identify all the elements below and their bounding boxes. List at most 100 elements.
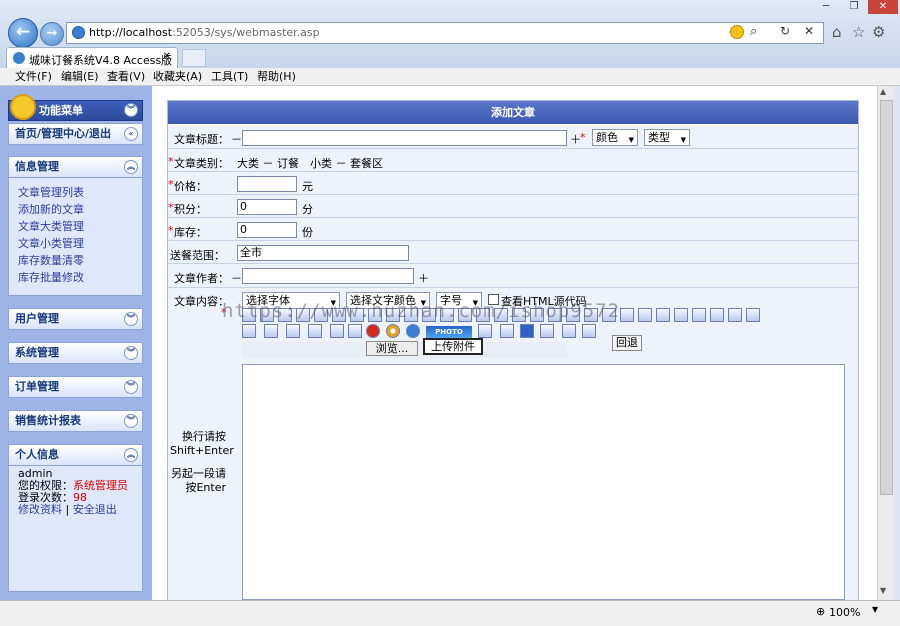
restore-button[interactable]: ❐: [840, 0, 868, 14]
favorites-star-icon[interactable]: ☆: [852, 23, 865, 41]
sidebar-section-users[interactable]: 用户管理 ︾: [8, 308, 143, 330]
stock-input[interactable]: 0: [237, 222, 297, 238]
zoom-level[interactable]: 100%: [829, 606, 860, 619]
enter-hint-shift: 换行请按Shift+Enter: [170, 430, 234, 457]
upload-attachment-button[interactable]: 上传附件: [423, 338, 483, 355]
frame-icon[interactable]: [540, 324, 554, 338]
pen-icon[interactable]: [348, 324, 362, 338]
scroll-thumb[interactable]: [880, 100, 893, 495]
zoom-icon[interactable]: ⊕: [816, 605, 825, 618]
subscript-icon[interactable]: [620, 308, 634, 322]
special-char-icon[interactable]: [308, 324, 322, 338]
chevron-down-icon[interactable]: ︾: [124, 312, 138, 326]
chevron-down-icon[interactable]: ︾: [124, 414, 138, 428]
sidebar-item-category-major[interactable]: 文章大类管理: [9, 218, 142, 235]
sidebar-section-system[interactable]: 系统管理 ︾: [8, 342, 143, 364]
landscape-icon[interactable]: [582, 324, 596, 338]
cd-icon[interactable]: [386, 324, 400, 338]
media-icon[interactable]: [728, 308, 742, 322]
check-icon[interactable]: [500, 324, 514, 338]
points-input[interactable]: 0: [237, 199, 297, 215]
layers-icon[interactable]: [478, 324, 492, 338]
return-button[interactable]: 回退: [612, 335, 642, 351]
help-icon[interactable]: [520, 324, 534, 338]
price-input[interactable]: [237, 176, 297, 192]
stop-icon[interactable]: ✕: [804, 24, 814, 38]
sidebar-section-users-label: 用户管理: [15, 312, 59, 325]
chevron-left-icon[interactable]: «: [124, 127, 138, 141]
flash-icon[interactable]: [710, 308, 724, 322]
image-icon[interactable]: [692, 308, 706, 322]
chevron-down-icon[interactable]: ︾: [124, 346, 138, 360]
delete-icon[interactable]: [746, 308, 760, 322]
vertical-scrollbar[interactable]: ▲ ▼: [877, 86, 894, 600]
type-select[interactable]: 类型: [644, 129, 690, 148]
clock-icon[interactable]: [286, 324, 300, 338]
picture-icon[interactable]: [562, 324, 576, 338]
sidebar-home-link[interactable]: 首页/管理中心/退出 «: [8, 123, 143, 145]
calendar-icon[interactable]: [242, 324, 256, 338]
info-icon[interactable]: [406, 324, 420, 338]
chevron-up-icon[interactable]: ︽: [124, 160, 138, 174]
title-input[interactable]: [242, 130, 567, 146]
settings-gear-icon[interactable]: ⚙: [872, 23, 885, 41]
sidebar-item-add-article[interactable]: 添加新的文章: [9, 201, 142, 218]
forward-button[interactable]: →: [40, 22, 64, 46]
color-select[interactable]: 颜色: [592, 129, 638, 148]
back-button[interactable]: ←: [8, 18, 38, 48]
category-value: 大类 － 订餐 小类 － 套餐区: [237, 157, 383, 170]
sidebar-section-sales-label: 销售统计报表: [15, 414, 81, 427]
content-editor[interactable]: [242, 364, 845, 600]
home-icon[interactable]: ⌂: [832, 23, 842, 41]
sidebar-item-stock-clear[interactable]: 库存数量清零: [9, 252, 142, 269]
refresh-icon[interactable]: ↻: [780, 24, 790, 38]
sidebar-section-sales[interactable]: 销售统计报表 ︾: [8, 410, 143, 432]
sidebar-section-system-label: 系统管理: [15, 346, 59, 359]
sidebar-item-stock-batch[interactable]: 库存批量修改: [9, 269, 142, 286]
minimize-button[interactable]: ─: [812, 0, 840, 14]
backcolor-icon[interactable]: [674, 308, 688, 322]
menu-favorites[interactable]: 收藏夹(A): [153, 69, 202, 84]
sidebar-section-orders[interactable]: 订单管理 ︾: [8, 376, 143, 398]
zoom-dropdown-icon[interactable]: ▼: [872, 605, 878, 614]
author-input[interactable]: [242, 268, 414, 284]
browser-tab[interactable]: 城味订餐系统V4.8 Access版 ✕: [6, 47, 178, 68]
strike-icon[interactable]: [638, 308, 652, 322]
new-tab-button[interactable]: [182, 49, 206, 67]
date-icon[interactable]: [264, 324, 278, 338]
menu-view[interactable]: 查看(V): [107, 69, 145, 84]
price-unit: 元: [302, 180, 313, 193]
menu-tools[interactable]: 工具(T): [211, 69, 248, 84]
sidebar-item-article-list[interactable]: 文章管理列表: [9, 184, 142, 201]
no-entry-icon[interactable]: [366, 324, 380, 338]
menu-file[interactable]: 文件(F): [15, 69, 52, 84]
menu-edit[interactable]: 编辑(E): [61, 69, 99, 84]
compat-view-icon[interactable]: [730, 25, 744, 39]
scroll-down-icon[interactable]: ▼: [880, 586, 886, 595]
logout-link[interactable]: 安全退出: [73, 503, 117, 516]
scroll-up-icon[interactable]: ▲: [880, 87, 886, 96]
menu-help[interactable]: 帮助(H): [257, 69, 296, 84]
ie-icon[interactable]: [330, 324, 344, 338]
upload-attachment-label: 上传附件: [431, 340, 475, 353]
chevron-down-icon[interactable]: ︾: [124, 103, 138, 117]
photo-button[interactable]: PHOTO: [426, 326, 472, 338]
delivery-label: 送餐范围：: [170, 249, 225, 262]
title-prefix-dash: －: [231, 133, 242, 146]
search-icon[interactable]: ⌕: [750, 24, 757, 39]
photo-label: PHOTO: [435, 328, 463, 336]
forecolor-icon[interactable]: [656, 308, 670, 322]
browse-button-label: 浏览...: [375, 342, 409, 355]
delivery-input[interactable]: 全市: [237, 245, 409, 261]
browse-button[interactable]: 浏览...: [366, 341, 418, 356]
edit-profile-link[interactable]: 修改资料: [18, 503, 62, 516]
sidebar-item-category-minor[interactable]: 文章小类管理: [9, 235, 142, 252]
sidebar-section-personal[interactable]: 个人信息 ︽: [8, 444, 143, 466]
price-label: 价格：: [174, 180, 207, 193]
close-window-button[interactable]: ✕: [868, 0, 898, 14]
sidebar-section-info[interactable]: 信息管理 ︽: [8, 156, 143, 178]
chevron-down-icon[interactable]: ︾: [124, 380, 138, 394]
tab-close-icon[interactable]: ✕: [163, 51, 171, 62]
address-bar[interactable]: http://localhost:52053/sys/webmaster.asp: [66, 22, 824, 44]
chevron-up-icon[interactable]: ︽: [124, 448, 138, 462]
